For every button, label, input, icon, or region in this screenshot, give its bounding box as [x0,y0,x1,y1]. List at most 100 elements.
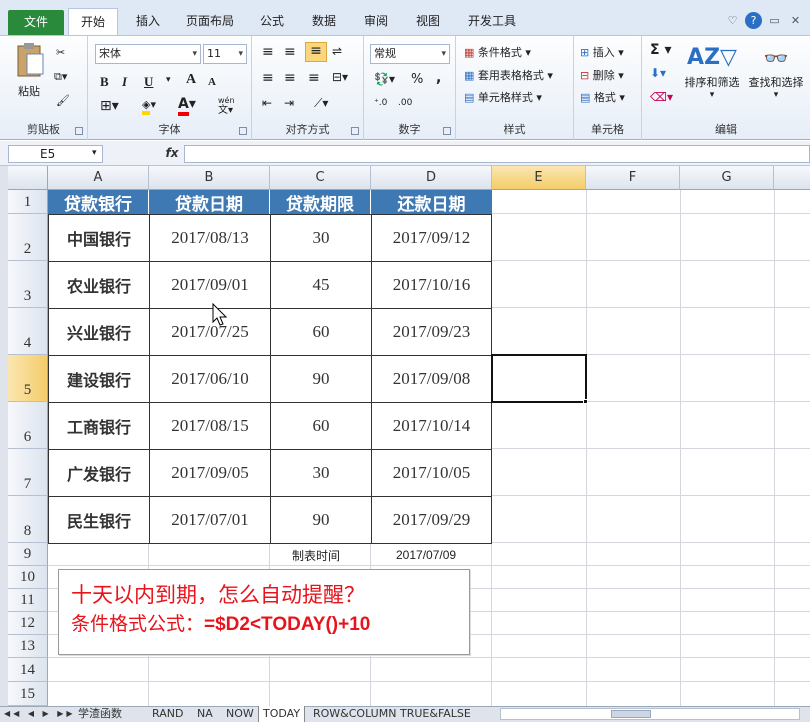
cell-styles-button[interactable]: ▤ 单元格样式 ▾ [464,89,542,105]
column-header-g[interactable]: G [680,166,774,190]
row-header-8[interactable]: 8 [8,496,48,543]
table-cell[interactable]: 2017/06/10 [149,355,271,403]
table-cell[interactable]: 60 [270,308,372,356]
table-cell[interactable]: 45 [270,261,372,309]
name-box[interactable]: E5 [8,145,103,163]
tab-file[interactable]: 文件 [8,10,64,35]
format-cells-button[interactable]: ▤ 格式 ▾ [580,89,625,105]
formula-input[interactable] [184,145,810,163]
format-painter-icon[interactable]: 🖌 [56,94,70,107]
table-cell[interactable]: 30 [270,449,372,497]
comma-button[interactable]: , [436,70,441,86]
table-cell[interactable]: 2017/10/14 [371,402,492,450]
column-header-d[interactable]: D [371,166,492,190]
fill-icon[interactable]: ⬇▾ [650,66,666,80]
row-header-6[interactable]: 6 [8,402,48,449]
format-as-table-button[interactable]: ▦ 套用表格格式 ▾ [464,67,553,83]
italic-button[interactable]: I [122,74,127,90]
table-cell[interactable]: 2017/08/15 [149,402,271,450]
table-cell[interactable]: 30 [270,214,372,262]
font-size-select[interactable]: 11 [203,44,247,64]
shrink-font-button[interactable]: A [208,76,216,88]
accounting-format-icon[interactable]: 💱▾ [374,72,395,86]
border-icon[interactable]: ⊞▾ [100,98,119,114]
table-cell[interactable]: 2017/09/08 [371,355,492,403]
row-header-12[interactable]: 12 [8,612,48,635]
select-all-corner[interactable] [8,166,48,190]
clipboard-launcher-icon[interactable] [75,127,83,135]
table-cell[interactable]: 2017/09/01 [149,261,271,309]
sheet-tab[interactable]: 学渣函数 [78,706,122,722]
underline-dropdown-icon[interactable]: ▾ [166,75,171,85]
table-cell[interactable]: 2017/07/01 [149,496,271,544]
conditional-format-button[interactable]: ▦ 条件格式 ▾ [464,44,531,60]
sheet-tab[interactable]: NA [197,706,213,722]
row-header-1[interactable]: 1 [8,190,48,214]
table-cell[interactable]: 民生银行 [48,496,150,544]
alignment-launcher-icon[interactable] [351,127,359,135]
sheet-tab[interactable]: ROW&COLUMN [313,706,396,722]
table-cell[interactable]: 工商银行 [48,402,150,450]
clear-icon[interactable]: ⌫▾ [650,90,673,104]
sheet-tab-active[interactable]: TODAY [258,706,306,722]
table-cell[interactable]: 农业银行 [48,261,150,309]
row-header-11[interactable]: 11 [8,589,48,612]
increase-indent-icon[interactable]: ⇥ [284,96,294,110]
tab-developer[interactable]: 开发工具 [460,8,524,35]
align-left-icon[interactable]: ≡ [262,70,274,86]
orientation-icon[interactable]: ⟋▾ [314,96,328,111]
number-format-select[interactable]: 常规 [370,44,450,64]
table-cell[interactable]: 2017/10/05 [371,449,492,497]
sheet-tab[interactable]: RAND [152,706,183,722]
column-header-a[interactable]: A [48,166,149,190]
underline-button[interactable]: U [144,74,153,90]
made-time-value[interactable]: 2017/07/09 [396,548,456,562]
close-icon[interactable]: ✕ [787,12,804,29]
table-header-repay-date[interactable]: 还款日期 [371,190,492,215]
paste-button[interactable]: 粘贴 [12,42,46,99]
table-cell[interactable]: 中国银行 [48,214,150,262]
active-cell-e5[interactable] [491,354,587,403]
table-header-loan-date[interactable]: 贷款日期 [149,190,270,215]
tab-insert[interactable]: 插入 [128,8,168,35]
tab-formulas[interactable]: 公式 [252,8,292,35]
phonetic-icon[interactable]: wén 文▾ [218,96,235,116]
align-top-icon[interactable]: ≡ [262,44,274,60]
table-cell[interactable]: 90 [270,355,372,403]
table-cell[interactable]: 2017/10/16 [371,261,492,309]
table-cell[interactable]: 2017/09/29 [371,496,492,544]
tab-view[interactable]: 视图 [408,8,448,35]
row-header-9[interactable]: 9 [8,543,48,566]
align-middle-icon[interactable]: ≡ [284,44,296,60]
row-header-7[interactable]: 7 [8,449,48,496]
grow-font-button[interactable]: A [186,72,196,88]
table-cell[interactable]: 2017/08/13 [149,214,271,262]
minimize-ribbon-icon[interactable]: ♡ [724,12,741,29]
column-header-b[interactable]: B [149,166,270,190]
tab-home[interactable]: 开始 [68,8,118,35]
autosum-button[interactable]: Σ ▾ [650,42,671,58]
row-header-13[interactable]: 13 [8,635,48,658]
sort-filter-button[interactable]: AZ▽ 排序和筛选 ▾ [680,42,744,100]
percent-button[interactable]: % [411,72,423,87]
table-cell[interactable]: 建设银行 [48,355,150,403]
sheet-tab[interactable]: NOW [226,706,254,722]
insert-cells-button[interactable]: ⊞ 插入 ▾ [580,44,624,60]
row-header-14[interactable]: 14 [8,658,48,682]
note-textbox[interactable]: 十天以内到期，怎么自动提醒？ 条件格式公式：=$D2<TODAY()+10 [58,569,470,655]
number-launcher-icon[interactable] [443,127,451,135]
align-center-icon[interactable]: ≡ [284,70,296,86]
help-icon[interactable]: ? [745,12,762,29]
row-header-2[interactable]: 2 [8,214,48,261]
find-select-button[interactable]: 👓 查找和选择 ▾ [746,42,806,100]
font-color-icon[interactable]: A▾ [178,96,196,116]
delete-cells-button[interactable]: ⊟ 删除 ▾ [580,67,624,83]
row-header-3[interactable]: 3 [8,261,48,308]
table-cell[interactable]: 兴业银行 [48,308,150,356]
fill-handle[interactable] [583,399,588,404]
table-cell[interactable]: 广发银行 [48,449,150,497]
name-box-dropdown-icon[interactable]: ▾ [92,148,97,158]
cut-icon[interactable]: ✂ [56,46,65,59]
tab-page-layout[interactable]: 页面布局 [178,8,242,35]
column-header-c[interactable]: C [270,166,371,190]
